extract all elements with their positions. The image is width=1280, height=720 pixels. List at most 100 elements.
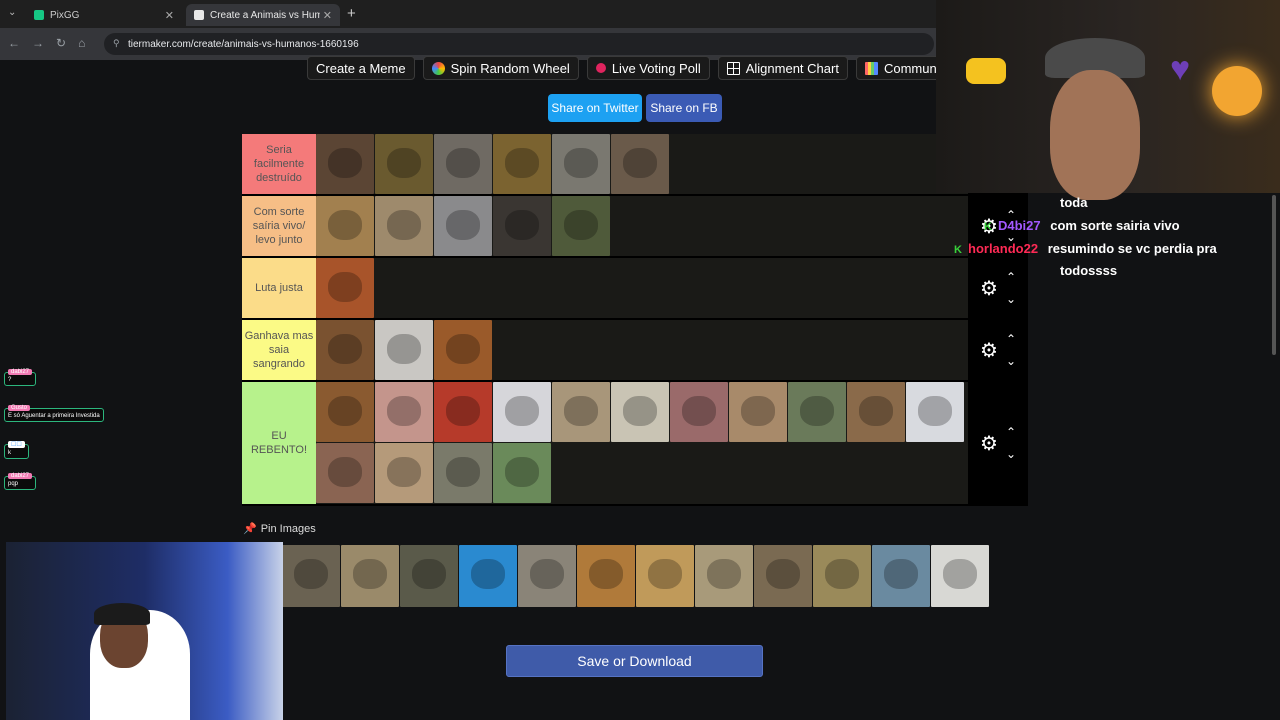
chat-text: todossss bbox=[1060, 263, 1118, 278]
grid-icon bbox=[726, 61, 740, 75]
animal-tile[interactable] bbox=[316, 196, 374, 256]
animal-tile[interactable] bbox=[695, 545, 753, 607]
tier-label[interactable]: Com sorte saíria vivo/ levo junto bbox=[242, 196, 316, 256]
animal-tile[interactable] bbox=[552, 134, 610, 194]
voting-poll-button[interactable]: Live Voting Poll bbox=[586, 56, 710, 80]
animal-tile[interactable] bbox=[577, 545, 635, 607]
animal-tile[interactable] bbox=[493, 196, 551, 256]
site-info-icon[interactable]: ⚲ bbox=[113, 38, 120, 49]
animal-tile[interactable] bbox=[316, 258, 374, 318]
animal-tile[interactable] bbox=[282, 545, 340, 607]
animal-tile[interactable] bbox=[754, 545, 812, 607]
animal-tile[interactable] bbox=[434, 382, 492, 442]
animal-tile[interactable] bbox=[434, 196, 492, 256]
animal-tile[interactable] bbox=[552, 196, 610, 256]
alignment-chart-button[interactable]: Alignment Chart bbox=[717, 56, 848, 80]
animal-tile[interactable] bbox=[493, 382, 551, 442]
chat-bubble: dabi27 pqp bbox=[4, 473, 37, 490]
animal-tile[interactable] bbox=[341, 545, 399, 607]
home-icon[interactable]: ⌂ bbox=[78, 36, 85, 50]
animal-tile[interactable] bbox=[375, 443, 433, 503]
animal-tile[interactable] bbox=[375, 196, 433, 256]
tab-menu-icon[interactable]: ⌄ bbox=[8, 7, 16, 18]
gear-icon[interactable]: ⚙ bbox=[980, 276, 998, 301]
animal-tile[interactable] bbox=[375, 134, 433, 194]
animal-tile[interactable] bbox=[813, 545, 871, 607]
animal-tile[interactable] bbox=[729, 382, 787, 442]
animal-tile[interactable] bbox=[518, 545, 576, 607]
forward-icon[interactable]: → bbox=[32, 36, 44, 50]
pin-images-toggle[interactable]: 📌 Pin Images bbox=[243, 522, 316, 535]
animal-tile[interactable] bbox=[459, 545, 517, 607]
reload-icon[interactable]: ↻ bbox=[56, 36, 66, 50]
animal-tile[interactable] bbox=[552, 382, 610, 442]
animal-tile[interactable] bbox=[611, 134, 669, 194]
animal-tile[interactable] bbox=[788, 382, 846, 442]
spin-wheel-button[interactable]: Spin Random Wheel bbox=[422, 56, 579, 80]
animal-tile[interactable] bbox=[434, 134, 492, 194]
wheel-icon bbox=[431, 61, 445, 75]
bubble-emote-icon: ☐☐ bbox=[8, 441, 25, 448]
chevron-up-icon[interactable]: ⌃ bbox=[1006, 328, 1016, 350]
animal-tile[interactable] bbox=[434, 443, 492, 503]
animal-tile[interactable] bbox=[493, 134, 551, 194]
animal-tile[interactable] bbox=[316, 134, 374, 194]
guest-cap bbox=[94, 603, 150, 625]
chevron-up-icon[interactable]: ⌃ bbox=[1006, 266, 1016, 288]
chevron-down-icon[interactable]: ⌄ bbox=[1006, 350, 1016, 372]
url-text: tiermaker.com/create/animais-vs-humanos-… bbox=[128, 38, 359, 50]
gear-icon[interactable]: ⚙ bbox=[980, 338, 998, 363]
tab-label: PixGG bbox=[50, 9, 80, 21]
tab-tiermaker[interactable]: Create a Animais vs Humanos T ✕ bbox=[186, 4, 340, 26]
animal-tile[interactable] bbox=[670, 382, 728, 442]
create-meme-button[interactable]: Create a Meme bbox=[307, 56, 415, 80]
animal-tile[interactable] bbox=[872, 545, 930, 607]
gear-icon[interactable]: ⚙ bbox=[980, 431, 998, 456]
animal-tile[interactable] bbox=[375, 382, 433, 442]
animal-tile[interactable] bbox=[906, 382, 964, 442]
tier-list: Seria facilmente destruído⚙⌃⌄Com sorte s… bbox=[242, 134, 1028, 506]
nav-label: Live Voting Poll bbox=[611, 60, 701, 76]
animal-tile[interactable] bbox=[636, 545, 694, 607]
tab-pixgg[interactable]: PixGG ✕ bbox=[26, 4, 182, 26]
chat-message: K D4bi27 com sorte sairia vivo bbox=[984, 218, 1180, 233]
share-twitter-button[interactable]: Share on Twitter bbox=[548, 94, 642, 122]
tier-row: Com sorte saíria vivo/ levo junto ⚙ ⌃ ⌄ bbox=[242, 196, 1028, 258]
animal-tile[interactable] bbox=[611, 382, 669, 442]
chat-message: todossss bbox=[1060, 263, 1117, 278]
pixgg-favicon-icon bbox=[34, 10, 44, 20]
close-icon[interactable]: ✕ bbox=[165, 9, 174, 22]
animal-tile[interactable] bbox=[400, 545, 458, 607]
animal-tile[interactable] bbox=[316, 443, 374, 503]
animal-tile[interactable] bbox=[375, 320, 433, 380]
share-fb-button[interactable]: Share on FB bbox=[646, 94, 722, 122]
image-pool bbox=[282, 545, 1006, 607]
tier-label[interactable]: EU REBENTO! bbox=[242, 382, 316, 504]
chevron-up-icon[interactable]: ⌃ bbox=[1006, 421, 1016, 443]
bubble-text: k bbox=[8, 450, 11, 456]
animal-tile[interactable] bbox=[316, 320, 374, 380]
animal-tile[interactable] bbox=[847, 382, 905, 442]
animal-tile[interactable] bbox=[316, 382, 374, 442]
back-icon[interactable]: ← bbox=[8, 36, 20, 50]
tier-label[interactable]: Ganhava mas saia sangrando bbox=[242, 320, 316, 380]
chat-text: com sorte sairia vivo bbox=[1050, 218, 1180, 233]
tier-images bbox=[316, 196, 1028, 256]
tiermaker-favicon-icon bbox=[194, 10, 204, 20]
animal-tile[interactable] bbox=[493, 443, 551, 503]
chat-text: toda bbox=[1060, 195, 1088, 210]
tier-images bbox=[316, 258, 1028, 318]
chevron-down-icon[interactable]: ⌄ bbox=[1006, 443, 1016, 465]
chevron-down-icon[interactable]: ⌄ bbox=[1006, 288, 1016, 310]
animal-tile[interactable] bbox=[434, 320, 492, 380]
new-tab-button[interactable]: + bbox=[347, 5, 356, 22]
tier-label[interactable]: Seria facilmente destruído bbox=[242, 134, 316, 194]
chat-message: toda bbox=[1060, 195, 1087, 210]
tier-label[interactable]: Luta justa bbox=[242, 258, 316, 318]
chat-scrollbar[interactable] bbox=[1272, 195, 1276, 355]
tier-row: Luta justa ⚙ ⌃ ⌄ bbox=[242, 258, 1028, 320]
close-icon[interactable]: ✕ bbox=[323, 9, 332, 22]
url-field[interactable]: ⚲ tiermaker.com/create/animais-vs-humano… bbox=[104, 33, 934, 55]
save-download-button[interactable]: Save or Download bbox=[506, 645, 763, 677]
animal-tile[interactable] bbox=[931, 545, 989, 607]
